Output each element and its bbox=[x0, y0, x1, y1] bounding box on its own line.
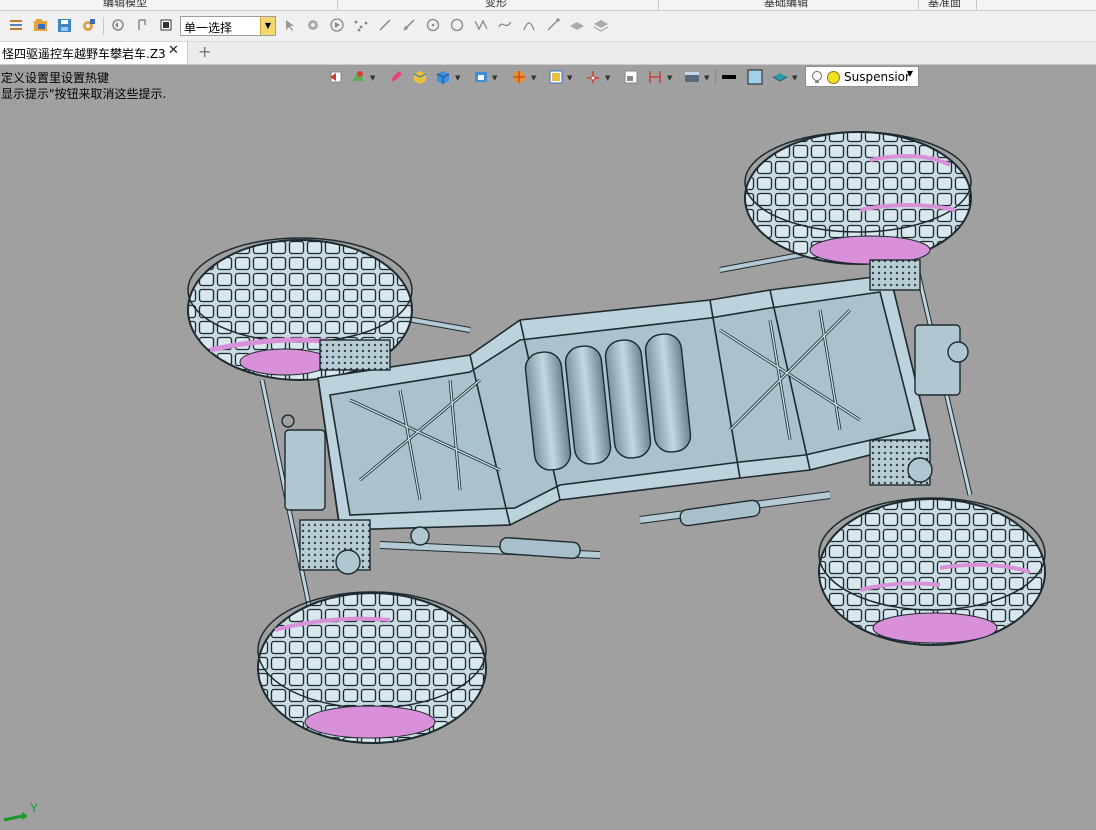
wheel-rear-left bbox=[744, 131, 972, 265]
ribbon-group-datum-plane[interactable]: 基准面 bbox=[928, 0, 961, 10]
main-toolbar: 单一选择 ▼ bbox=[0, 11, 1096, 42]
pick-arrow-icon[interactable] bbox=[282, 17, 298, 33]
divider bbox=[103, 17, 104, 35]
line-icon[interactable] bbox=[377, 17, 393, 33]
document-tab-bar: ​怪四驱遥控车越野车攀岩车.Z3 ✕ + bbox=[0, 42, 1096, 65]
redo-icon[interactable] bbox=[134, 17, 150, 33]
filter-icon[interactable] bbox=[305, 17, 321, 33]
play-icon[interactable] bbox=[329, 17, 345, 33]
wheel-rear-right bbox=[818, 497, 1046, 646]
surface-icon[interactable] bbox=[569, 17, 585, 33]
circle-center-icon[interactable] bbox=[425, 17, 441, 33]
selection-mode-dropdown[interactable]: 单一选择 ▼ bbox=[180, 16, 276, 36]
tab-document[interactable]: ​怪四驱遥控车越野车攀岩车.Z3 ✕ bbox=[0, 42, 188, 64]
ribbon-group-deform[interactable]: 变形 bbox=[485, 0, 507, 10]
3d-viewport[interactable]: 定义设置里设置热键 显示提示"按钮来取消这些提示. ▼ ▼ ▼ ▼ ▼ ▼ ▼ … bbox=[0, 65, 1096, 830]
close-icon[interactable]: ✕ bbox=[168, 43, 179, 58]
stop-icon[interactable] bbox=[158, 17, 174, 33]
spline-icon[interactable] bbox=[497, 17, 513, 33]
save-icon[interactable] bbox=[56, 17, 72, 33]
divider bbox=[918, 0, 919, 10]
open-file-icon[interactable] bbox=[32, 17, 48, 33]
arc-icon[interactable] bbox=[521, 17, 537, 33]
polyline-icon[interactable] bbox=[473, 17, 489, 33]
circle-icon[interactable] bbox=[449, 17, 465, 33]
chevron-down-icon[interactable]: ▼ bbox=[260, 17, 275, 35]
axis-triad: Y bbox=[3, 802, 38, 822]
axis-label-y: Y bbox=[30, 802, 38, 815]
add-tab-button[interactable]: + bbox=[198, 42, 211, 61]
selection-mode-value: 单一选择 bbox=[184, 21, 233, 35]
divider bbox=[337, 0, 338, 10]
divider bbox=[976, 0, 977, 10]
wheel-front-right bbox=[257, 591, 487, 744]
divider bbox=[658, 0, 659, 10]
rc-car-model[interactable] bbox=[0, 65, 1096, 830]
undo-icon[interactable] bbox=[110, 17, 126, 33]
tab-document-title: ​怪四驱遥控车越野车攀岩车.Z3 bbox=[2, 47, 166, 61]
curve-tool-icon[interactable] bbox=[545, 17, 561, 33]
line-segment-icon[interactable] bbox=[401, 17, 417, 33]
point-cloud-icon[interactable] bbox=[353, 17, 369, 33]
menu-icon[interactable] bbox=[8, 17, 24, 33]
ribbon-group-strip: 编辑模型 变形 基础编辑 基准面 bbox=[0, 0, 1096, 11]
ribbon-group-basic-edit[interactable]: 基础编辑 bbox=[764, 0, 808, 10]
layer-icon[interactable] bbox=[593, 17, 609, 33]
ribbon-group-edit-model[interactable]: 编辑模型 bbox=[103, 0, 147, 10]
options-icon[interactable] bbox=[80, 17, 96, 33]
